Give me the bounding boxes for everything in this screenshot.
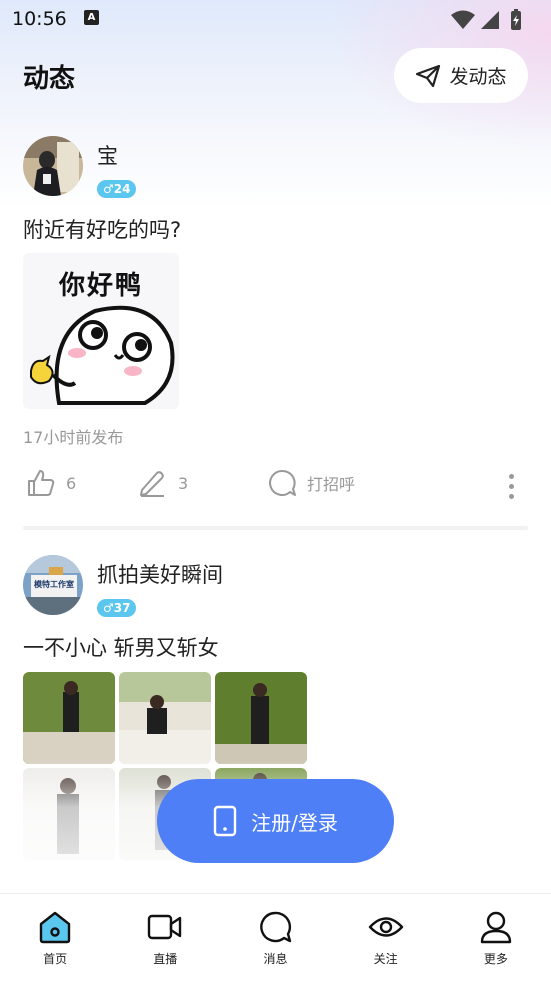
header: 动态 发动态 xyxy=(0,46,551,106)
post-divider xyxy=(23,526,528,530)
register-login-label: 注册/登录 xyxy=(251,810,338,835)
post-moment-button[interactable]: 发动态 xyxy=(394,48,528,103)
more-options-icon[interactable] xyxy=(509,468,514,499)
tab-label: 直播 xyxy=(153,952,178,966)
chat-bubble-icon xyxy=(269,469,296,496)
wifi-icon xyxy=(451,10,475,29)
photo-thumbnail[interactable] xyxy=(215,672,307,764)
tab-more[interactable]: 更多 xyxy=(441,894,551,981)
tab-label: 关注 xyxy=(373,952,398,966)
avatar-sign-text: 模特工作室 xyxy=(34,580,74,589)
greet-label: 打招呼 xyxy=(307,475,356,494)
comment-button[interactable]: 3 xyxy=(138,468,188,498)
post-text: 一不小心 斩男又斩女 xyxy=(23,636,219,660)
sticker-image[interactable]: 你好鸭 xyxy=(23,253,179,409)
avatar[interactable]: 模特工作室 xyxy=(23,555,83,615)
photo-thumbnail[interactable] xyxy=(119,672,211,764)
like-button[interactable]: 6 xyxy=(26,468,76,498)
greet-button[interactable]: 打招呼 xyxy=(267,468,355,498)
gender-age-badge: ♂24 xyxy=(97,180,137,198)
battery-icon xyxy=(511,9,521,30)
like-count: 6 xyxy=(66,473,77,493)
status-time: 10:56 xyxy=(12,8,67,30)
status-bar: 10:56 A xyxy=(0,0,551,38)
paper-plane-icon xyxy=(416,64,441,87)
avatar[interactable] xyxy=(23,136,83,196)
photo-thumbnail[interactable] xyxy=(23,672,115,764)
person-icon xyxy=(480,911,512,944)
tab-label: 更多 xyxy=(483,952,508,966)
status-icons xyxy=(449,9,541,35)
register-login-button[interactable]: 注册/登录 xyxy=(157,779,394,863)
tab-messages[interactable]: 消息 xyxy=(220,894,330,981)
pencil-icon xyxy=(140,471,164,497)
eye-icon xyxy=(368,917,403,937)
tab-label: 首页 xyxy=(43,952,68,966)
post-actions: 6 3 打招呼 xyxy=(0,468,551,508)
tab-live[interactable]: 直播 xyxy=(110,894,220,981)
username[interactable]: 抓拍美好瞬间 xyxy=(97,559,223,589)
page-title: 动态 xyxy=(23,64,76,94)
chat-bubble-icon xyxy=(260,911,292,943)
notification-app-icon: A xyxy=(84,10,99,25)
tab-follow[interactable]: 关注 xyxy=(331,894,441,981)
thumbs-up-icon xyxy=(28,470,55,496)
tab-label: 消息 xyxy=(263,952,288,966)
post-moment-label: 发动态 xyxy=(449,66,507,88)
post-time: 17小时前发布 xyxy=(23,428,124,447)
bottom-tab-bar: 首页 直播 消息 关注 更多 xyxy=(0,893,551,981)
phone-icon xyxy=(213,805,237,837)
post-text: 附近有好吃的吗? xyxy=(23,218,182,242)
username[interactable]: 宝 xyxy=(97,140,118,170)
tab-home[interactable]: 首页 xyxy=(0,894,110,981)
gender-age-badge: ♂37 xyxy=(97,599,137,617)
comment-count: 3 xyxy=(178,473,189,493)
home-icon xyxy=(39,911,71,944)
video-camera-icon xyxy=(148,914,182,940)
signal-icon xyxy=(481,11,499,29)
